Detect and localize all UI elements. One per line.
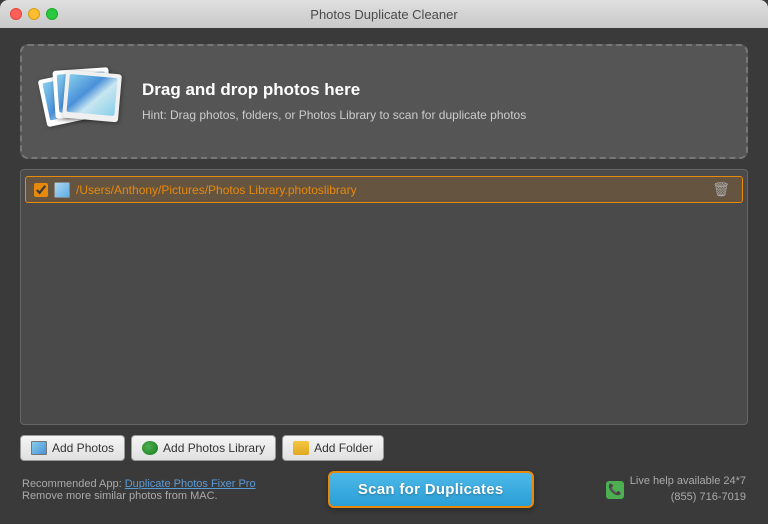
file-path: /Users/Anthony/Pictures/Photos Library.p…: [76, 183, 702, 197]
add-photos-label: Add Photos: [52, 441, 114, 455]
add-library-label: Add Photos Library: [163, 441, 265, 455]
footer-left: Recommended App: Duplicate Photos Fixer …: [22, 478, 256, 502]
add-library-button[interactable]: Add Photos Library: [131, 435, 276, 461]
add-photos-button[interactable]: Add Photos: [20, 435, 125, 461]
drop-zone[interactable]: Drag and drop photos here Hint: Drag pho…: [20, 44, 748, 159]
file-delete-button[interactable]: 🗑: [708, 181, 734, 198]
file-item: /Users/Anthony/Pictures/Photos Library.p…: [25, 176, 743, 203]
phone-icon: 📞: [606, 481, 624, 499]
close-button[interactable]: [10, 8, 22, 20]
photo-card-3: [62, 70, 122, 123]
file-list-area: /Users/Anthony/Pictures/Photos Library.p…: [20, 169, 748, 425]
main-content: Drag and drop photos here Hint: Drag pho…: [0, 28, 768, 524]
drop-zone-icon: [42, 64, 122, 139]
footer-right-text: Live help available 24*7 (855) 716-7019: [630, 474, 746, 505]
drop-zone-text: Drag and drop photos here Hint: Drag pho…: [142, 80, 526, 124]
add-folder-button[interactable]: Add Folder: [282, 435, 384, 461]
minimize-button[interactable]: [28, 8, 40, 20]
window-title: Photos Duplicate Cleaner: [310, 7, 457, 22]
footer: Recommended App: Duplicate Photos Fixer …: [20, 471, 748, 508]
remove-text: Remove more similar photos from MAC.: [22, 490, 218, 502]
add-folder-icon: [293, 441, 309, 455]
add-folder-label: Add Folder: [314, 441, 373, 455]
title-bar: Photos Duplicate Cleaner: [0, 0, 768, 28]
footer-right: 📞 Live help available 24*7 (855) 716-701…: [606, 474, 746, 505]
add-photos-icon: [31, 441, 47, 455]
scan-button[interactable]: Scan for Duplicates: [328, 471, 534, 508]
file-checkbox[interactable]: [34, 183, 48, 197]
window-controls[interactable]: [10, 8, 58, 20]
add-library-icon: [142, 441, 158, 455]
bottom-toolbar: Add Photos Add Photos Library Add Folder: [20, 435, 748, 461]
file-type-icon: [54, 182, 70, 198]
recommended-app-link[interactable]: Duplicate Photos Fixer Pro: [125, 478, 256, 490]
phone-number[interactable]: (855) 716-7019: [630, 490, 746, 505]
recommended-prefix: Recommended App:: [22, 478, 125, 490]
drop-zone-heading: Drag and drop photos here: [142, 80, 526, 100]
drop-zone-hint: Hint: Drag photos, folders, or Photos Li…: [142, 106, 526, 124]
maximize-button[interactable]: [46, 8, 58, 20]
live-help-text: Live help available 24*7: [630, 474, 746, 489]
